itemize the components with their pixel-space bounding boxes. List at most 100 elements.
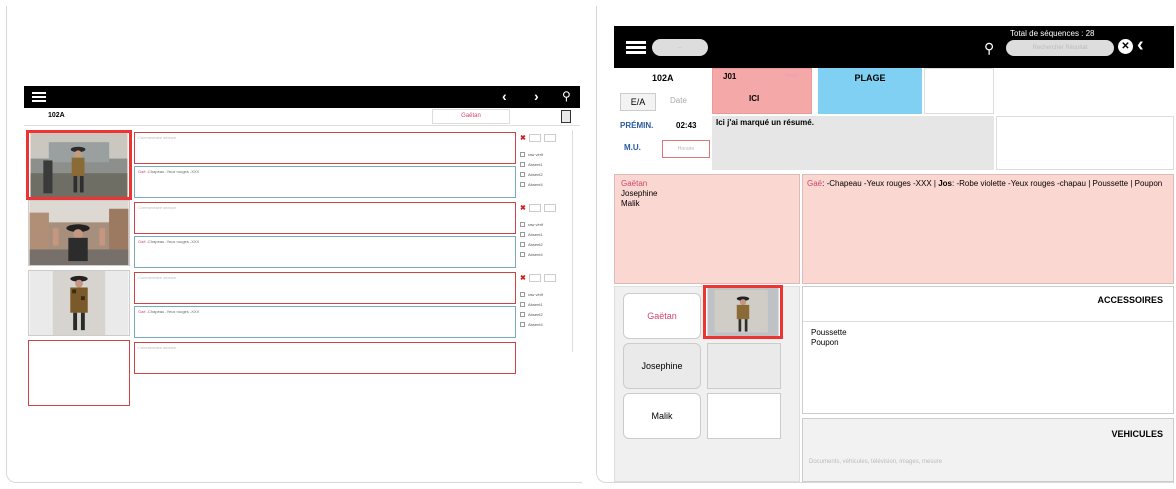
location-label: ICI — [749, 94, 760, 103]
character-abbrev: Gaë — [138, 239, 146, 244]
option-checkbox[interactable]: raw vérif — [520, 152, 543, 158]
empty-photo-slot[interactable] — [28, 340, 130, 406]
selected-character-field[interactable]: Gaëtan — [432, 109, 510, 124]
day-label: J01 — [723, 72, 737, 81]
right-top-bar: ... Total de séquences : 28 ⚲ Rechercher… — [614, 26, 1174, 68]
photo-costume-image — [30, 133, 128, 197]
search-icon[interactable]: ⚲ — [984, 40, 994, 57]
character-name: Malik — [621, 199, 640, 208]
session-comment-field[interactable]: Commentaire séance — [134, 272, 516, 304]
left-sub-bar: 102A Gaëtan — [24, 108, 580, 126]
vehicles-field[interactable]: Documents, véhicules, télévision, images… — [809, 459, 942, 465]
accessory-item: Poussette — [811, 328, 847, 337]
premin-time[interactable]: 02:43 — [676, 121, 696, 130]
character-button-gaetan[interactable]: Gaëtan — [623, 293, 701, 339]
delete-icon[interactable]: ✖ — [520, 204, 526, 212]
option-checkbox[interactable]: Absent4 — [520, 252, 543, 258]
close-icon[interactable]: ✕ — [1118, 39, 1133, 54]
mini-field[interactable] — [529, 134, 541, 142]
row-options: ✖ raw vérif Absent1 Absent2 Absent4 — [520, 132, 576, 198]
character-abbrev: Gaë — [138, 169, 146, 174]
scrollbar[interactable] — [572, 130, 578, 352]
character-button-josephine[interactable]: Josephine — [623, 343, 701, 389]
premin-label: PRÉMIN. — [620, 121, 654, 130]
ea-button[interactable]: E/A — [620, 93, 656, 111]
total-sequences: Total de séquences : 28 — [1010, 29, 1095, 38]
empty-cell[interactable] — [924, 68, 994, 114]
photo-street-image — [29, 201, 129, 265]
delete-icon[interactable]: ✖ — [520, 134, 526, 142]
character-button-malik[interactable]: Malik — [623, 393, 701, 439]
user-icon[interactable]: ⚲ — [562, 89, 571, 103]
next-icon[interactable]: › — [534, 88, 539, 104]
accessories-panel: ACCESSOIRES Poussette Poupon — [802, 286, 1174, 414]
back-icon[interactable]: ‹ — [1137, 34, 1144, 57]
description-text: -Chapeau -Yeux rouges -XXX — [145, 309, 200, 314]
desc-part: : -Chapeau -Yeux rouges -XXX | — [822, 179, 939, 188]
option-checkbox[interactable]: Absent2 — [520, 242, 543, 248]
accessories-title: ACCESSOIRES — [1097, 295, 1163, 305]
character-photo-thumbnail[interactable] — [28, 270, 130, 336]
mini-field[interactable] — [529, 204, 541, 212]
previous-icon[interactable]: ‹ — [502, 88, 507, 104]
option-checkbox[interactable]: Absent4 — [520, 182, 543, 188]
menu-icon[interactable] — [32, 92, 46, 102]
character-photo-thumbnail[interactable] — [28, 200, 130, 266]
date-label[interactable]: Date — [670, 96, 687, 105]
option-checkbox[interactable]: Absent1 — [520, 232, 543, 238]
mini-field[interactable] — [529, 274, 541, 282]
set-label[interactable]: PLAGE — [818, 68, 922, 114]
vehicles-panel: VEHICULES Documents, véhicules, télévisi… — [802, 418, 1174, 482]
description-text: -Chapeau -Yeux rouges -XXX — [145, 239, 200, 244]
edit-icon[interactable] — [544, 274, 556, 282]
session-comment-field[interactable]: Commentaire séance — [134, 202, 516, 234]
description-text: -Chapeau -Yeux rouges -XXX — [145, 169, 200, 174]
option-checkbox[interactable]: raw vérif — [520, 222, 543, 228]
edit-icon[interactable] — [544, 134, 556, 142]
character-photo-thumbnail[interactable] — [703, 285, 783, 339]
character-photo-thumbnail[interactable] — [26, 130, 132, 200]
character-description-field[interactable]: Gaë -Chapeau -Yeux rouges -XXX — [134, 166, 516, 198]
option-checkbox[interactable]: Absent2 — [520, 312, 543, 318]
character-description-field[interactable]: Gaë -Chapeau -Yeux rouges -XXX — [134, 306, 516, 338]
option-checkbox[interactable]: Absent2 — [520, 172, 543, 178]
character-description[interactable]: Gaë: -Chapeau -Yeux rouges -XXX | Jos: -… — [802, 174, 1174, 284]
delete-icon[interactable]: ✖ — [520, 274, 526, 282]
character-photo-slot[interactable] — [707, 393, 781, 439]
menu-icon[interactable] — [626, 41, 646, 55]
right-app-screen: ... Total de séquences : 28 ⚲ Rechercher… — [614, 26, 1174, 482]
character-description-field[interactable]: Gaë -Chapeau -Yeux rouges -XXX — [134, 236, 516, 268]
desc-part: Jos — [938, 179, 952, 188]
time-hint: Heure — [785, 73, 799, 79]
character-selector: Gaëtan Josephine Malik — [614, 285, 800, 482]
search-input[interactable]: Rechercher Résultat — [1006, 40, 1114, 56]
mu-field[interactable]: Horaire — [662, 140, 710, 158]
vehicles-title: VEHICULES — [1111, 429, 1163, 439]
left-top-bar: ‹ › ⚲ — [24, 86, 580, 108]
session-comment-field[interactable]: Commentaire séance — [134, 342, 516, 374]
left-app-screen: ‹ › ⚲ 102A Gaëtan Commentaire séance Gaë… — [24, 86, 580, 408]
summary-field[interactable]: Ici j'ai marqué un résumé. — [712, 116, 994, 170]
document-icon[interactable] — [561, 110, 571, 123]
character-abbrev: Gaë — [138, 309, 146, 314]
row-options: ✖ raw vérif Absent1 Absent2 Absent4 — [520, 202, 576, 268]
option-checkbox[interactable]: Absent1 — [520, 302, 543, 308]
page: ‹ › ⚲ 102A Gaëtan Commentaire séance Gaë… — [0, 0, 1176, 489]
character-name: Gaëtan — [621, 179, 648, 188]
accessories-list[interactable]: Poussette Poupon — [803, 321, 1174, 415]
edit-icon[interactable] — [544, 204, 556, 212]
day-block[interactable]: J01 Heure ICI — [712, 68, 812, 114]
row-options: ✖ raw vérif Absent1 Absent2 Absent4 — [520, 272, 576, 338]
mu-label: M.U. — [624, 143, 641, 152]
option-checkbox[interactable]: Absent4 — [520, 322, 543, 328]
option-checkbox[interactable]: Absent1 — [520, 162, 543, 168]
desc-part: Gaë — [807, 179, 823, 188]
photo-costume-image — [707, 288, 779, 336]
menu-pill[interactable]: ... — [652, 39, 708, 56]
character-photo-slot[interactable] — [707, 343, 781, 389]
option-checkbox[interactable]: raw vérif — [520, 292, 543, 298]
session-comment-field[interactable]: Commentaire séance — [134, 132, 516, 164]
summary-side-cell[interactable] — [996, 116, 1174, 170]
desc-part: : -Robe violette -Yeux rouges -chapau | … — [952, 179, 1163, 188]
character-names-list[interactable]: Gaëtan Josephine Malik — [614, 174, 800, 284]
